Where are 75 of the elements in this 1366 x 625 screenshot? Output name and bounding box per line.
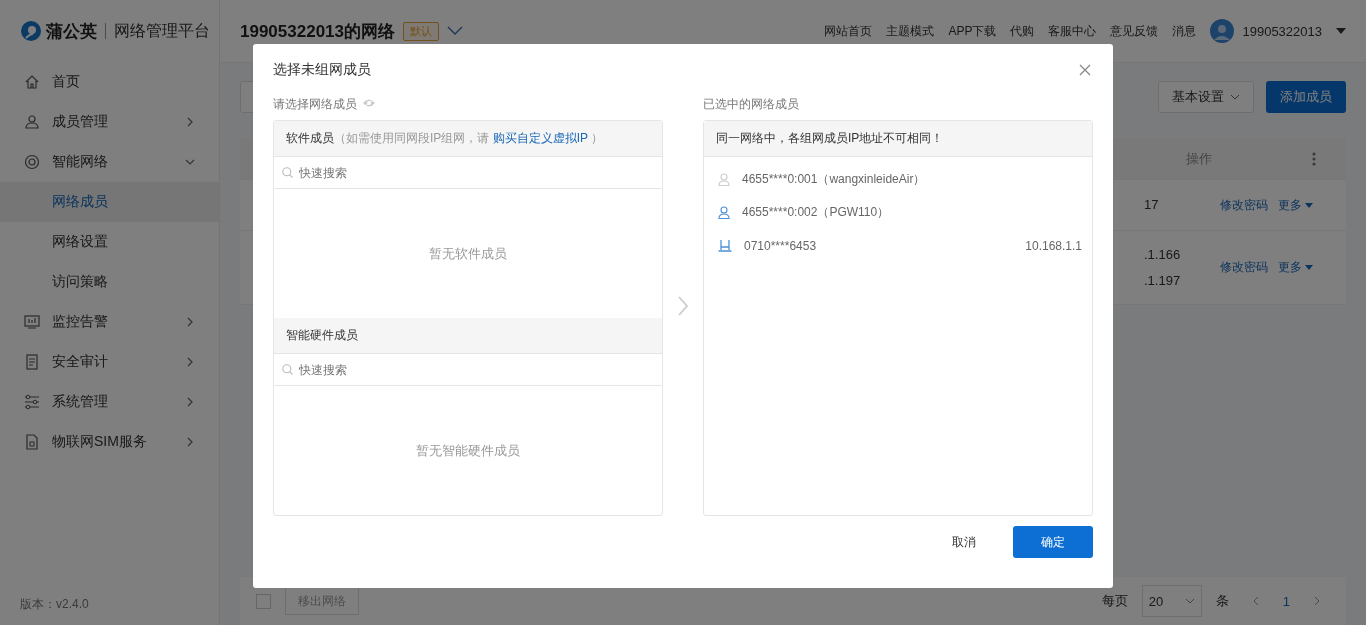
search-field[interactable]: 快速搜索 [297, 361, 654, 378]
add-member-button[interactable]: 添加成员 [1266, 81, 1346, 113]
header-link[interactable]: 客服中心 [1048, 22, 1097, 40]
eye-icon [362, 98, 376, 108]
sidebar-item[interactable]: 成员管理 [0, 102, 219, 142]
panel-label: 请选择网络成员 [273, 96, 357, 113]
header-link[interactable]: 意见反馈 [1110, 22, 1159, 40]
sidebar-item[interactable]: 智能网络 [0, 142, 219, 182]
brand-name: 蒲公英 [46, 20, 97, 43]
table-cell-text: 17 [1144, 196, 1160, 214]
network-title: 19905322013的网络 [240, 20, 395, 43]
dialog-title: 选择未组网成员 [273, 61, 371, 79]
header-link[interactable]: 代购 [1010, 22, 1035, 40]
notice-text: 同一网络中，各组网成员IP地址不可相同！ [716, 130, 944, 147]
user-name[interactable]: 19905322013 [1242, 23, 1322, 39]
logo-icon [20, 20, 42, 42]
sliders-icon [24, 394, 40, 410]
chevron-right-icon [1314, 596, 1320, 606]
page-size-select[interactable]: 20 [1141, 585, 1202, 617]
member-item[interactable]: 4655****0:001（wangxinleideAir） [704, 163, 1092, 196]
sidebar-item[interactable]: 系统管理 [0, 382, 219, 422]
change-password-link[interactable]: 修改密码 [1220, 196, 1268, 214]
change-password-link[interactable]: 修改密码 [1220, 259, 1268, 276]
sidebar-item[interactable]: 物联网SIM服务 [0, 422, 219, 462]
product-name: 网络管理平台 [114, 20, 210, 41]
member-item[interactable]: 0710****6453 10.168.1.1 [704, 229, 1092, 262]
monitor-icon [24, 314, 40, 330]
empty-message: 暂无软件成员 [429, 244, 507, 263]
user-icon [24, 114, 40, 130]
caret-down-icon [1305, 265, 1313, 270]
sidebar-item[interactable]: 监控告警 [0, 302, 219, 342]
per-page-label: 每页 [1101, 592, 1128, 610]
buy-ip-link[interactable]: 购买自定义虚拟IP [492, 131, 588, 145]
sidebar-subitem[interactable]: 网络设置 [0, 222, 219, 262]
sim-card-icon [24, 434, 40, 450]
page-number[interactable]: 1 [1282, 593, 1290, 609]
more-link[interactable]: 更多 [1278, 196, 1313, 214]
header-link[interactable]: 消息 [1172, 22, 1197, 40]
chevron-down-icon [1184, 598, 1195, 604]
panel-label: 已选中的网络成员 [703, 96, 799, 113]
header-link[interactable]: 网站首页 [824, 22, 873, 40]
caret-down-icon [1305, 202, 1313, 208]
close-icon [1079, 64, 1091, 76]
search-icon [282, 167, 293, 178]
caret-down-icon [1336, 28, 1346, 34]
chevron-left-icon [1252, 596, 1259, 606]
section-note: （如需使用同网段IP组网，请 购买自定义虚拟IP ） [334, 130, 604, 147]
settings-dropdown[interactable]: 基本设置 [1158, 81, 1254, 113]
home-icon [24, 74, 40, 90]
sidebar-item[interactable]: 安全审计 [0, 342, 219, 382]
default-badge: 默认 [403, 21, 439, 41]
header-link[interactable]: 主题模式 [886, 22, 935, 40]
chevron-down-icon [447, 26, 463, 36]
section-title: 软件成员 [286, 130, 334, 147]
member-item[interactable]: 4655****0:002（PGW110） [704, 196, 1092, 229]
confirm-button[interactable]: 确定 [1013, 526, 1093, 558]
section-title: 智能硬件成员 [286, 327, 358, 344]
sidebar-subitem[interactable]: 访问策略 [0, 262, 219, 302]
sidebar-item[interactable]: 首页 [0, 62, 219, 102]
empty-message: 暂无智能硬件成员 [416, 441, 520, 460]
target-icon [24, 154, 40, 170]
search-icon [282, 364, 293, 375]
ip-address: 10.168.1.1 [1025, 238, 1082, 253]
unit-label: 条 [1215, 592, 1229, 610]
more-link[interactable]: 更多 [1278, 259, 1313, 276]
chevron-down-icon [1230, 94, 1240, 100]
avatar-icon [1210, 19, 1235, 43]
header-link[interactable]: APP下载 [948, 22, 997, 40]
select-all-checkbox[interactable] [256, 593, 271, 609]
sidebar-subitem[interactable]: 网络成员 [0, 182, 219, 222]
more-vertical-icon [1312, 151, 1316, 166]
table-cell-text: .1.166 .1.197 [1144, 245, 1182, 290]
search-field[interactable]: 快速搜索 [297, 164, 654, 181]
document-icon [24, 354, 40, 370]
version-label: 版本：v2.4.0 [19, 596, 90, 613]
